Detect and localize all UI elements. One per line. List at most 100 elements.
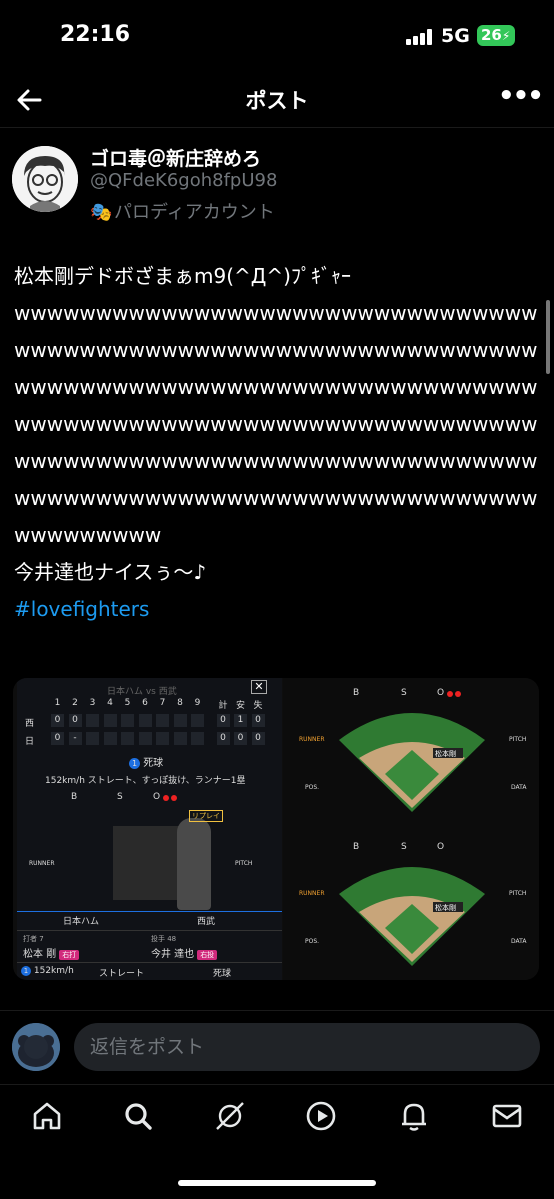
out-label: O xyxy=(437,842,445,852)
field-player-label: 松本剛 xyxy=(435,749,456,758)
media-grid[interactable]: 日本ハム vs 西武 ✕ 123456789計安失 西 00010 日 0-00… xyxy=(13,678,539,980)
data-label[interactable]: DATA xyxy=(511,938,526,945)
inning-label: 3 xyxy=(89,698,96,708)
replay-button[interactable]: リプレイ xyxy=(189,810,223,822)
score-cell xyxy=(103,732,117,745)
inning-label: 5 xyxy=(124,698,131,708)
grok-icon xyxy=(216,1102,244,1130)
tab-notifications[interactable] xyxy=(397,1099,431,1133)
baseball-field: 松本剛 xyxy=(339,713,485,812)
pos-label[interactable]: POS. xyxy=(305,938,319,945)
pos-label[interactable]: POS. xyxy=(305,784,319,791)
out-lamps xyxy=(163,795,183,801)
score-cell xyxy=(138,732,152,745)
tab-grok[interactable] xyxy=(213,1099,247,1133)
tab-search[interactable] xyxy=(121,1099,155,1133)
tweet-laugh: wwwwwwwwwwwwwwwwwwwwwwwwwwwwwwwwwwwwwwww… xyxy=(14,301,538,547)
parody-label: 🎭パロディアカウント xyxy=(90,198,275,224)
score-cell: 0 xyxy=(251,732,265,745)
score-cell xyxy=(121,714,134,727)
page-title: ポスト xyxy=(245,89,309,113)
batter-label: 打者 7 xyxy=(23,935,44,943)
signal-icon xyxy=(406,29,434,45)
inning-label: 2 xyxy=(72,698,78,708)
score-row-bottom: 0-000 xyxy=(51,732,271,748)
tab-home[interactable] xyxy=(30,1099,64,1133)
score-cell xyxy=(156,732,169,745)
strike-zone xyxy=(113,826,183,900)
tweet-line: 今井達也ナイスぅ〜♪ xyxy=(14,560,207,584)
batter-name: 松本 剛 xyxy=(23,949,57,960)
user-avatar[interactable] xyxy=(12,1023,60,1071)
data-label[interactable]: DATA xyxy=(511,784,526,791)
field-player-label: 松本剛 xyxy=(435,903,456,912)
pitch-description: 152km/h ストレート、すっぽ抜け、ランナー1塁 xyxy=(45,776,246,786)
battery-icon: 26⚡ xyxy=(477,25,515,46)
play-circle-icon xyxy=(306,1101,336,1131)
pitcher-name: 今井 達也 xyxy=(151,949,195,960)
reply-input[interactable]: 返信をポスト xyxy=(74,1023,540,1071)
mask-icon: 🎭 xyxy=(90,202,113,223)
inning-label: 4 xyxy=(107,698,113,708)
author-handle[interactable]: @QFdeK6goh8fpU98 xyxy=(90,170,277,191)
pitcher-label: 投手 48 xyxy=(151,935,177,943)
strike-label: S xyxy=(401,688,407,698)
baseball-field: 松本剛 xyxy=(339,867,485,966)
home-indicator[interactable] xyxy=(178,1180,376,1186)
score-row-top: 00010 xyxy=(51,714,271,730)
author-name[interactable]: ゴロ毒＠新庄辞めろ xyxy=(90,144,261,171)
status-time: 22:16 xyxy=(60,22,131,47)
pitch-label[interactable]: PITCH xyxy=(509,890,526,897)
score-cell: 0 xyxy=(216,732,230,745)
tweet-line: 松本剛デドボざまぁm9(^Д^)ﾌﾟｷﾞｬｰ xyxy=(14,264,351,288)
parody-text: パロディアカウント xyxy=(114,202,275,223)
out-lamps xyxy=(447,691,467,697)
inning-label: 8 xyxy=(177,698,183,708)
batter-silhouette xyxy=(177,818,211,910)
score-cell: - xyxy=(68,732,82,745)
score-cell xyxy=(191,714,204,727)
inning-label: 安 xyxy=(235,701,245,711)
author-avatar[interactable] xyxy=(12,146,78,212)
tab-messages[interactable] xyxy=(490,1099,524,1133)
media-image-fields[interactable]: B S O 松本剛 RUNNER PITCH POS. DATA B S O 松… xyxy=(283,678,539,980)
score-cell xyxy=(86,714,99,727)
pitch-label[interactable]: PITCH xyxy=(509,736,526,743)
hashtag-link[interactable]: #lovefighters xyxy=(14,591,544,628)
runner-label[interactable]: RUNNER xyxy=(29,860,55,867)
scrollbar[interactable] xyxy=(546,300,550,374)
runner-label[interactable]: RUNNER xyxy=(299,736,325,743)
post-header: ポスト ••• xyxy=(0,72,554,128)
pitch-number-badge: 1 xyxy=(21,966,31,976)
strike-label: S xyxy=(401,842,407,852)
inning-label: 7 xyxy=(159,698,166,708)
event-number-badge: 1 xyxy=(129,758,140,769)
score-cell xyxy=(191,732,204,745)
more-options-button[interactable]: ••• xyxy=(498,83,544,112)
score-cell xyxy=(138,714,152,727)
away-team: 西武 xyxy=(197,917,216,927)
home-icon xyxy=(33,1102,61,1130)
team-top-label: 西 xyxy=(25,719,35,729)
event-name: 死球 xyxy=(143,758,164,769)
tweet-body: 松本剛デドボざまぁm9(^Д^)ﾌﾟｷﾞｬｰ wwwwwwwwwwwwwwwwww… xyxy=(14,258,544,628)
search-icon xyxy=(125,1103,152,1130)
score-cell: 0 xyxy=(234,732,247,745)
ball-label: B xyxy=(353,688,360,698)
score-cell: 0 xyxy=(251,714,265,727)
pitch-result: 死球 xyxy=(213,969,232,979)
runner-label[interactable]: RUNNER xyxy=(299,890,325,897)
pitch-label[interactable]: PITCH xyxy=(235,860,252,867)
close-icon[interactable]: ✕ xyxy=(251,680,267,694)
score-cell xyxy=(173,732,187,745)
inning-label: 9 xyxy=(194,698,201,708)
battery-level: 26 xyxy=(481,26,502,44)
score-cell xyxy=(103,714,117,727)
reply-bar: 返信をポスト xyxy=(0,1010,554,1084)
ball-label: B xyxy=(71,792,78,802)
tab-video[interactable] xyxy=(304,1099,338,1133)
pitch-speed: 152km/h xyxy=(33,966,74,976)
inning-label: 計 xyxy=(218,701,228,711)
media-image-scoreboard[interactable]: 日本ハム vs 西武 ✕ 123456789計安失 西 00010 日 0-00… xyxy=(17,678,282,980)
score-cell: 0 xyxy=(68,714,82,727)
